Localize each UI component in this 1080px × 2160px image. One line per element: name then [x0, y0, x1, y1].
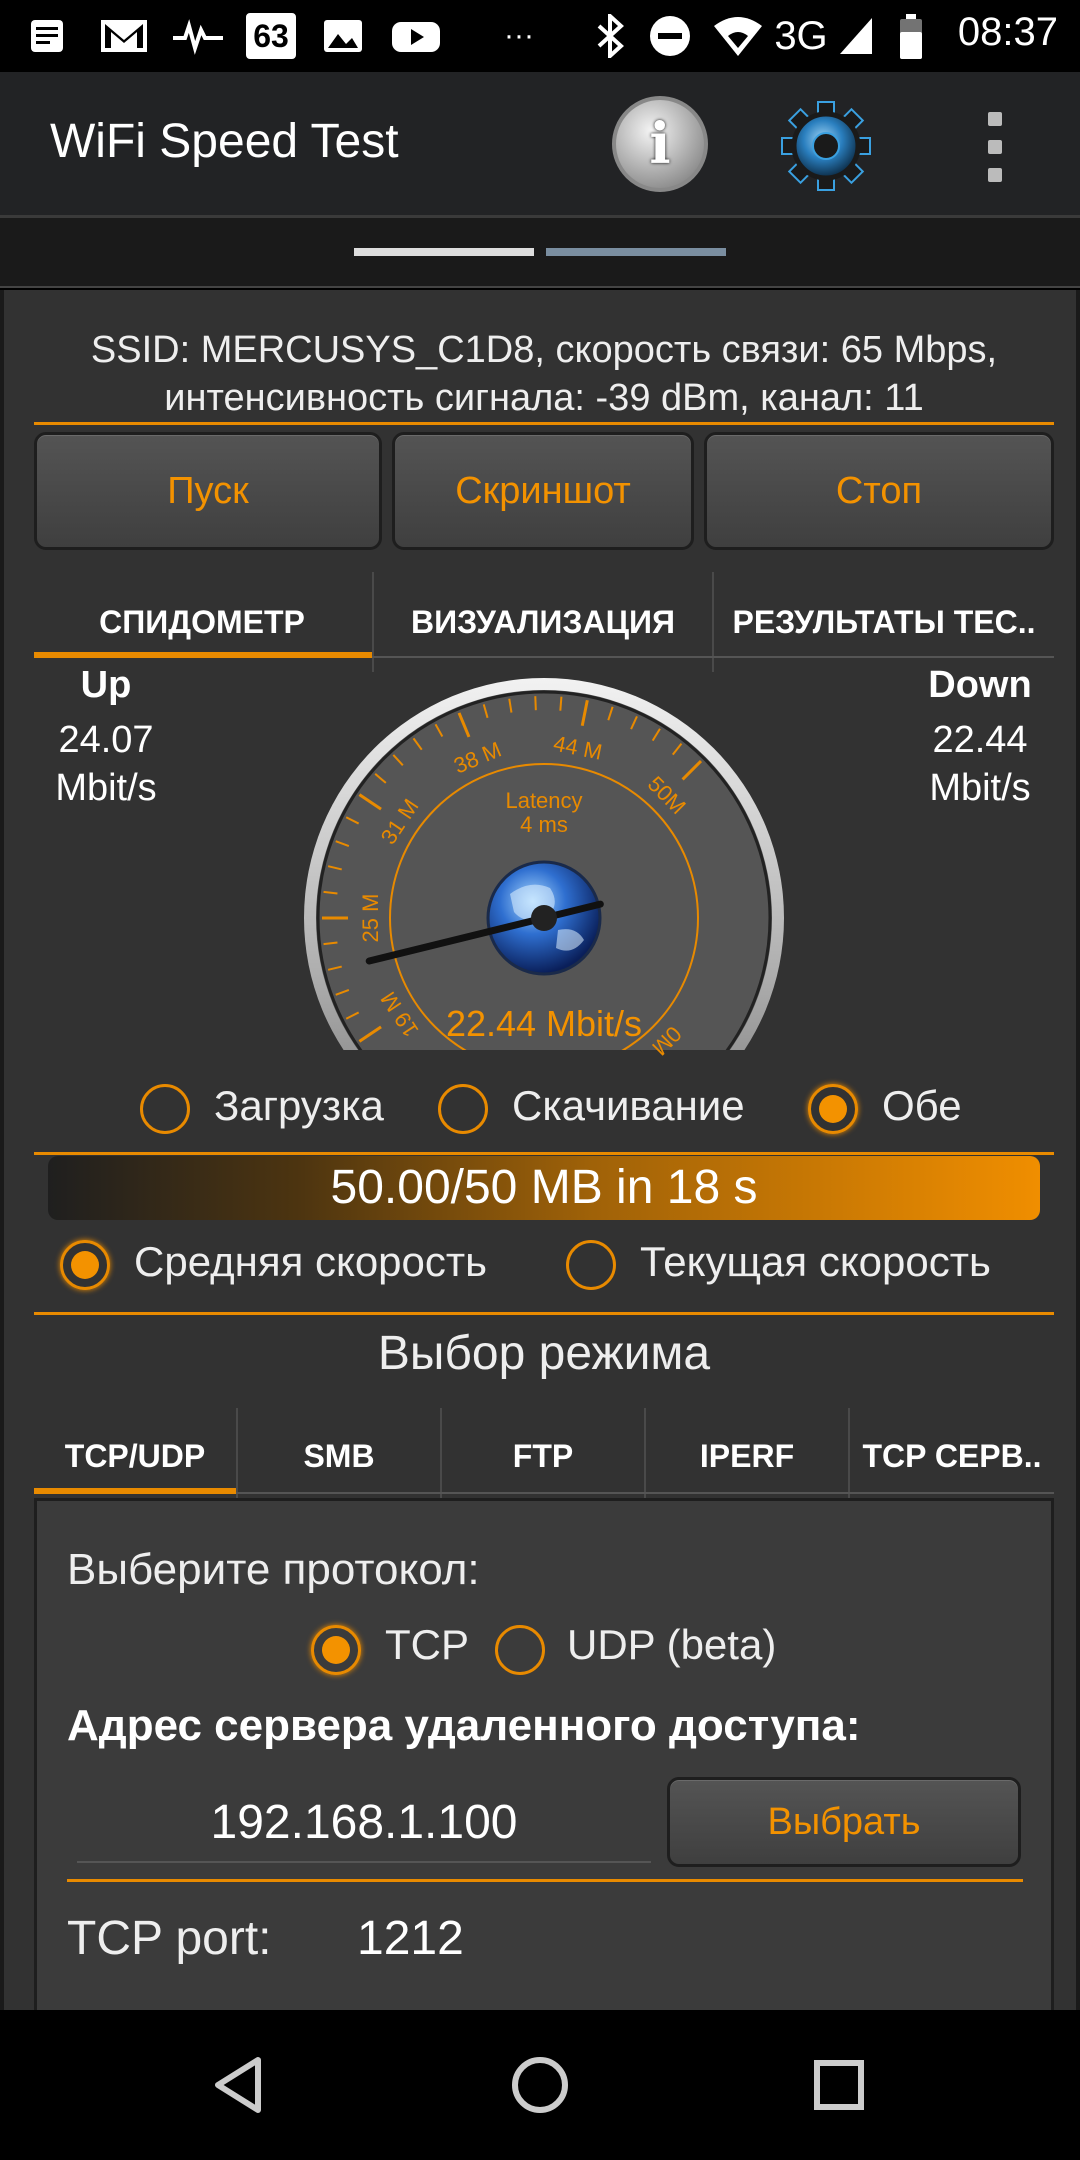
gauge-tick	[534, 696, 537, 711]
info-icon[interactable]: i	[612, 96, 708, 192]
up-label: Up	[80, 664, 132, 706]
recents-icon[interactable]	[804, 2050, 874, 2120]
gauge-reading: 22.44 Mbit/s	[446, 1003, 642, 1044]
radio-tcp[interactable]	[311, 1625, 361, 1675]
dnd-icon	[646, 12, 694, 60]
divider	[34, 1152, 1054, 1155]
gauge-tick	[375, 1053, 386, 1060]
notification-count: 63	[246, 13, 296, 59]
app-title: WiFi Speed Test	[50, 115, 399, 168]
tcp-port-label: TCP port:	[67, 1912, 272, 1965]
radio-upload[interactable]	[140, 1084, 190, 1134]
tab-indicator	[34, 652, 372, 658]
pulse-icon	[170, 12, 226, 60]
divider	[34, 1312, 1054, 1315]
radio-current-speed-label: Текущая скорость	[640, 1238, 991, 1285]
down-value: 22.44	[932, 719, 1028, 761]
radio-both-label: Обе	[882, 1082, 962, 1129]
radio-udp[interactable]	[495, 1625, 545, 1675]
wifi-icon	[712, 12, 764, 60]
navigation-bar	[0, 2010, 1080, 2160]
main-content: SSID: MERCUSYS_C1D8, скорость связи: 65 …	[0, 290, 1080, 2018]
radio-current-speed[interactable]	[566, 1240, 616, 1290]
server-address-input[interactable]: 192.168.1.100	[77, 1783, 651, 1863]
radio-average-speed[interactable]	[60, 1240, 110, 1290]
tab-indicator	[34, 1488, 236, 1494]
home-icon[interactable]	[505, 2050, 575, 2120]
network-type: 3G	[774, 13, 828, 58]
tab-ftp[interactable]: FTP	[442, 1408, 644, 1504]
gauge-tick	[559, 696, 563, 711]
radio-tcp-label: TCP	[385, 1621, 469, 1668]
choose-server-button[interactable]: Выбрать	[667, 1777, 1021, 1867]
up-value: 24.07	[58, 719, 154, 761]
up-unit: Mbit/s	[55, 767, 157, 809]
status-bar: 63 ··· 3G 08:37	[0, 0, 1080, 72]
wifi-info-line1: SSID: MERCUSYS_C1D8, скорость связи: 65 …	[90, 329, 998, 371]
gauge-tick-label: 25 M	[358, 894, 383, 943]
divider	[34, 422, 1054, 425]
signal-icon	[836, 12, 876, 60]
notes-icon	[22, 12, 72, 60]
progress-text: 50.00/50 MB in 18 s	[330, 1161, 758, 1214]
speedometer-gauge: 0M6 M13 M19 M25 M31 M38 M44 M50M Latency…	[304, 678, 784, 1060]
server-address-label: Адрес сервера удаленного доступа:	[67, 1701, 861, 1750]
radio-upload-label: Загрузка	[214, 1082, 384, 1129]
radio-download-label: Скачивание	[512, 1082, 745, 1129]
tcp-port-input[interactable]: 1212	[357, 1911, 464, 1966]
download-progress-bar: 50.00/50 MB in 18 s	[48, 1156, 1040, 1220]
radio-average-speed-label: Средняя скорость	[134, 1238, 488, 1285]
bluetooth-icon	[592, 12, 628, 60]
latency-value: 4 ms	[520, 812, 568, 837]
page-indicator-inactive[interactable]	[546, 248, 726, 256]
wifi-info-line2: интенсивность сигнала: -39 dBm, канал: 1…	[164, 377, 924, 419]
latency-label: Latency	[505, 788, 582, 813]
start-button[interactable]: Пуск	[34, 432, 382, 550]
more-icon: ···	[504, 19, 534, 52]
page-indicator	[0, 218, 1080, 288]
gmail-icon	[96, 12, 152, 60]
image-icon	[318, 12, 368, 60]
radio-udp-label: UDP (beta)	[567, 1621, 777, 1668]
tcp-udp-panel: Выберите протокол: TCP UDP (beta) Адрес …	[34, 1498, 1054, 2018]
youtube-icon	[388, 12, 444, 60]
down-unit: Mbit/s	[929, 767, 1031, 809]
radio-both[interactable]	[808, 1084, 858, 1134]
down-label: Down	[928, 664, 1032, 706]
gear-icon[interactable]	[776, 96, 876, 196]
page-indicator-active[interactable]	[354, 248, 534, 256]
overflow-menu-icon[interactable]	[980, 112, 1010, 182]
calendar-icon: 63	[244, 12, 298, 60]
gauge-tick	[683, 1057, 701, 1060]
app-bar: WiFi Speed Test i	[0, 72, 1080, 218]
protocol-label: Выберите протокол:	[67, 1545, 480, 1594]
mode-title: Выбор режима	[377, 1327, 711, 1380]
battery-icon	[896, 12, 926, 60]
gauge-tick-label: 13 M	[450, 1058, 505, 1060]
stop-button[interactable]: Стоп	[704, 432, 1054, 550]
tab-tcp-server[interactable]: TCP СЕРВ..	[850, 1408, 1054, 1504]
tab-smb[interactable]: SMB	[238, 1408, 440, 1504]
radio-download[interactable]	[438, 1084, 488, 1134]
divider	[67, 1879, 1023, 1882]
screenshot-button[interactable]: Скриншот	[392, 432, 694, 550]
wifi-info: SSID: MERCUSYS_C1D8, скорость связи: 65 …	[34, 326, 1054, 422]
clock: 08:37	[957, 10, 1058, 54]
back-icon[interactable]	[206, 2050, 276, 2120]
tab-iperf[interactable]: IPERF	[646, 1408, 848, 1504]
